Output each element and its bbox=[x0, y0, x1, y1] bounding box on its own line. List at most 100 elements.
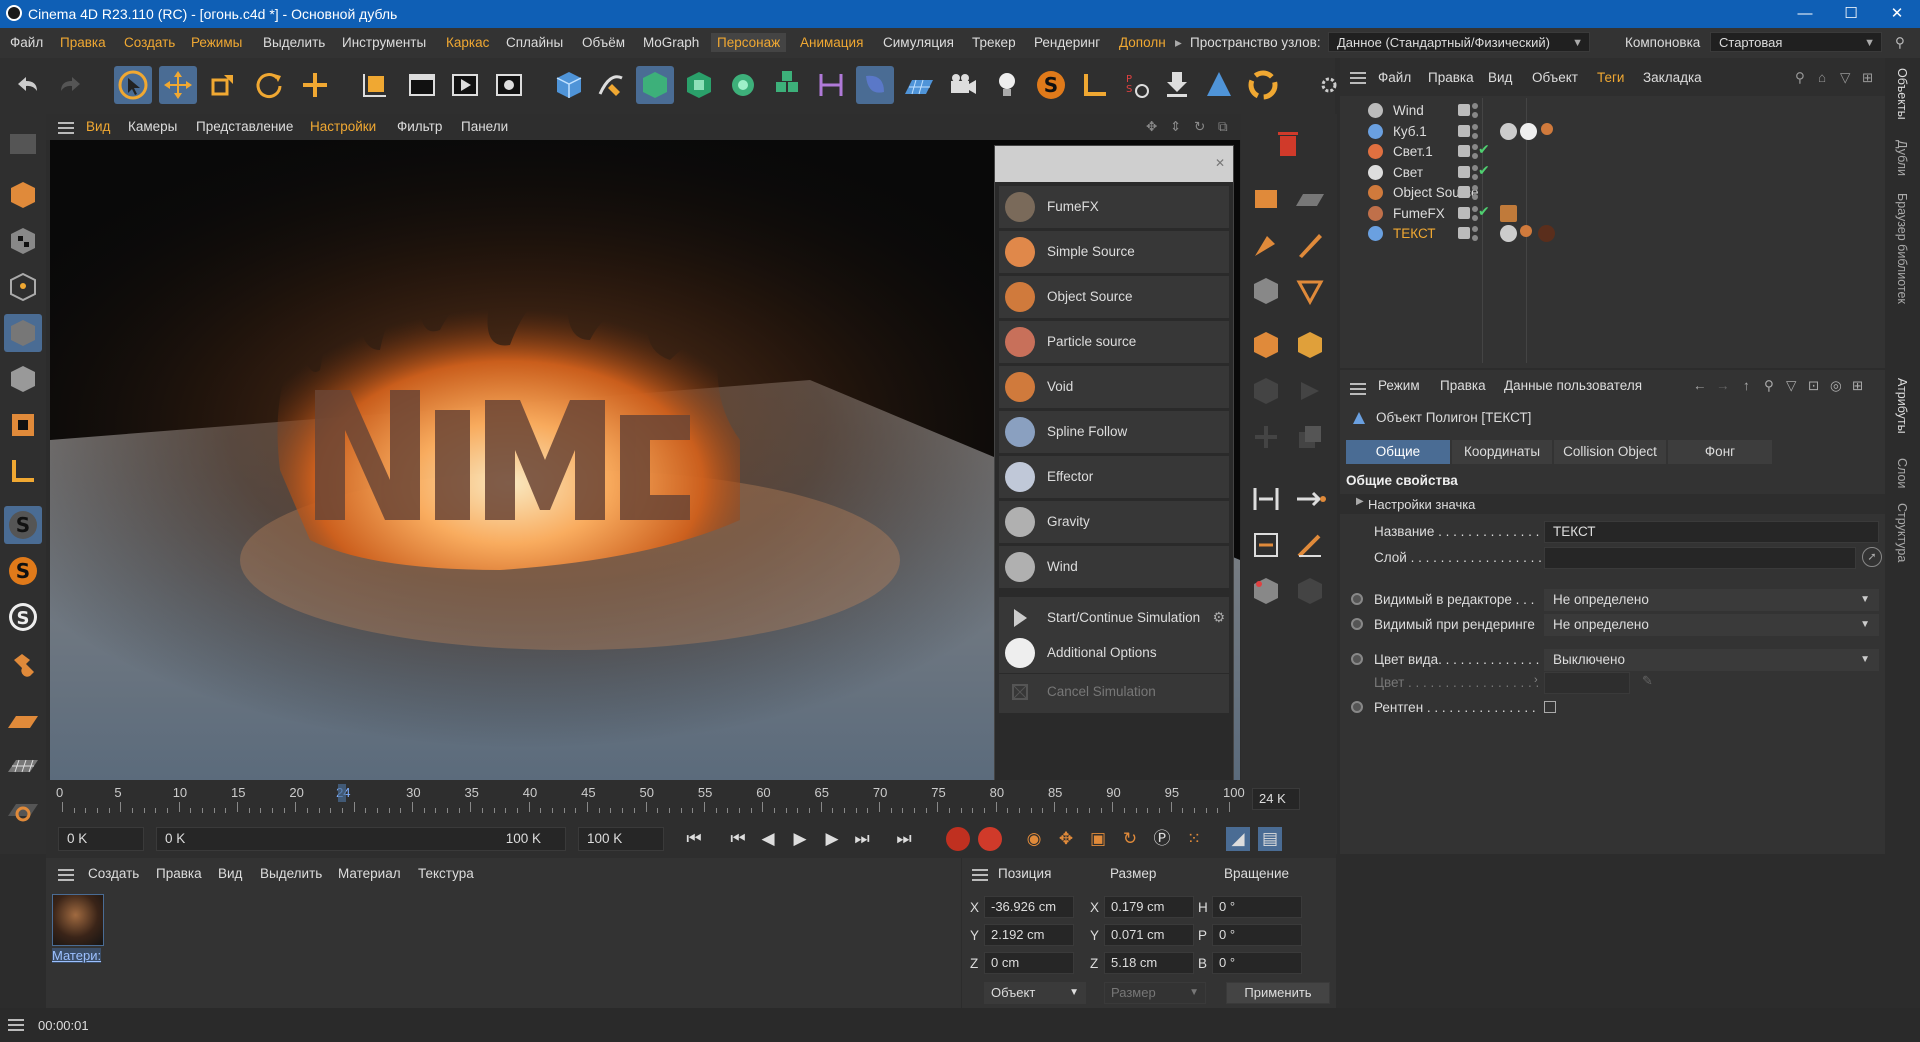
viewport-nav-rotate-icon[interactable]: ↻ bbox=[1194, 119, 1205, 135]
fumefx-tag-icon[interactable] bbox=[1520, 225, 1532, 237]
fumefx-tag-icon[interactable] bbox=[1541, 122, 1553, 135]
subsection-bar[interactable]: ▶ Настройки значка bbox=[1340, 494, 1885, 514]
fumefx-additional-options[interactable]: Additional Options bbox=[999, 632, 1229, 674]
search-icon[interactable]: ⚲ bbox=[1895, 35, 1905, 51]
record-icon[interactable] bbox=[946, 827, 970, 851]
polygons-mode-icon[interactable] bbox=[4, 360, 42, 398]
settings-icon[interactable]: ◎ bbox=[1830, 378, 1842, 394]
live-select-icon[interactable] bbox=[114, 66, 152, 104]
key-pla-icon[interactable]: ⁙ bbox=[1182, 827, 1206, 851]
go-to-end-icon[interactable]: ⏭ bbox=[892, 827, 916, 851]
workplane-icon[interactable] bbox=[4, 702, 42, 740]
auto-key-icon[interactable] bbox=[978, 827, 1002, 851]
mm-menu-create[interactable]: Создать bbox=[88, 866, 139, 881]
chevron-right-icon[interactable]: › bbox=[1534, 674, 1538, 686]
camera-icon[interactable] bbox=[944, 66, 982, 104]
timeline-window-icon[interactable]: ▤ bbox=[1258, 827, 1282, 851]
floor-icon[interactable] bbox=[900, 66, 938, 104]
gear-icon[interactable]: ⚙ bbox=[1212, 609, 1225, 626]
animation-radio-icon[interactable] bbox=[1351, 653, 1363, 665]
fumefx-item-effector[interactable]: Effector bbox=[999, 456, 1229, 499]
menu-mesh[interactable]: Каркас bbox=[446, 35, 489, 50]
rotate-icon[interactable] bbox=[250, 66, 288, 104]
deformer-icon[interactable] bbox=[812, 66, 850, 104]
lock-icon[interactable]: ⊡ bbox=[1808, 378, 1819, 394]
paint-icon[interactable] bbox=[1291, 526, 1329, 564]
enabled-check-icon[interactable]: ✔ bbox=[1478, 141, 1490, 158]
points-mode-icon[interactable] bbox=[4, 268, 42, 306]
recycle-icon[interactable] bbox=[1244, 66, 1282, 104]
om-menu-file[interactable]: Файл bbox=[1378, 70, 1411, 85]
mm-menu-select[interactable]: Выделить bbox=[260, 866, 322, 881]
trash-icon[interactable] bbox=[1269, 124, 1307, 162]
menu-splines[interactable]: Сплайны bbox=[506, 35, 563, 50]
render-view-icon[interactable] bbox=[446, 66, 484, 104]
mm-menu-material[interactable]: Материал bbox=[338, 866, 401, 881]
position-y-field[interactable]: 2.192 cm bbox=[984, 924, 1074, 946]
hamburger-icon[interactable] bbox=[1350, 72, 1366, 84]
menu-render[interactable]: Рендеринг bbox=[1034, 35, 1100, 50]
mm-menu-texture[interactable]: Текстура bbox=[418, 866, 474, 881]
gear-icon[interactable] bbox=[1310, 66, 1337, 104]
am-menu-mode[interactable]: Режим bbox=[1378, 378, 1420, 393]
model-mode-icon[interactable] bbox=[4, 176, 42, 214]
hamburger-icon[interactable] bbox=[972, 869, 988, 881]
side-tab-content-browser[interactable]: Браузер библиотек bbox=[1895, 193, 1909, 304]
menu-tools[interactable]: Инструменты bbox=[342, 35, 426, 50]
fumefx-cache-tag-icon[interactable] bbox=[1500, 204, 1517, 222]
previous-key-icon[interactable]: ⏮ bbox=[726, 827, 750, 851]
am-menu-edit[interactable]: Правка bbox=[1440, 378, 1486, 393]
om-menu-view[interactable]: Вид bbox=[1488, 70, 1512, 85]
enabled-check-icon[interactable]: ✔ bbox=[1478, 162, 1490, 179]
render-visibility-dot[interactable] bbox=[1472, 235, 1478, 241]
phong-tag-icon[interactable] bbox=[1500, 122, 1517, 140]
render-region-icon[interactable] bbox=[403, 66, 441, 104]
uv-mode-icon[interactable] bbox=[4, 406, 42, 444]
menu-animation[interactable]: Анимация bbox=[800, 35, 863, 50]
start-frame-field[interactable]: 0 K bbox=[58, 827, 144, 851]
viewport-menu-filter[interactable]: Фильтр bbox=[397, 119, 442, 134]
fumefx-pencil-icon[interactable] bbox=[1291, 226, 1329, 264]
apply-button[interactable]: Применить bbox=[1226, 982, 1330, 1004]
undo-icon[interactable] bbox=[8, 66, 46, 104]
side-tab-objects[interactable]: Объекты bbox=[1895, 68, 1909, 120]
material-tag-icon[interactable] bbox=[1538, 225, 1555, 242]
layer-visibility-icon[interactable] bbox=[1458, 165, 1470, 178]
align-icon[interactable] bbox=[1247, 480, 1285, 518]
forward-arrow-icon[interactable]: → bbox=[1716, 378, 1730, 393]
search-icon[interactable]: ⚲ bbox=[1795, 70, 1805, 86]
layer-visibility-icon[interactable] bbox=[1458, 227, 1470, 239]
coord-mode-select[interactable]: Объект ▼ bbox=[984, 982, 1086, 1004]
rotation-h-field[interactable]: 0 ° bbox=[1212, 896, 1302, 918]
property-select[interactable]: Не определено ▼ bbox=[1544, 589, 1879, 611]
size-x-field[interactable]: 0.179 cm bbox=[1104, 896, 1194, 918]
layer-visibility-icon[interactable] bbox=[1458, 145, 1470, 157]
maximize-button[interactable]: ☐ bbox=[1828, 0, 1874, 28]
cube-icon[interactable] bbox=[550, 66, 588, 104]
fumefx-domain-icon[interactable] bbox=[1247, 180, 1285, 218]
key-position-icon[interactable]: ✥ bbox=[1054, 827, 1078, 851]
redo-icon[interactable] bbox=[52, 66, 90, 104]
menu-simulation[interactable]: Симуляция bbox=[883, 35, 954, 50]
layer-visibility-icon[interactable] bbox=[1458, 206, 1470, 219]
menu-character[interactable]: Персонаж bbox=[711, 33, 787, 52]
fumefx-cone-icon[interactable] bbox=[1291, 272, 1329, 310]
field-icon[interactable] bbox=[856, 66, 894, 104]
lock-icon[interactable] bbox=[4, 790, 42, 828]
menu-extensions[interactable]: Дополн bbox=[1119, 35, 1166, 50]
side-tab-layers[interactable]: Слои bbox=[1895, 458, 1909, 488]
menu-modes[interactable]: Режимы bbox=[191, 35, 242, 50]
previous-frame-icon[interactable]: ◀ bbox=[756, 827, 780, 851]
key-scale-icon[interactable]: ▣ bbox=[1086, 827, 1110, 851]
side-tab-attributes[interactable]: Атрибуты bbox=[1895, 378, 1909, 434]
side-tab-structure[interactable]: Структура bbox=[1895, 503, 1909, 562]
phong-tag-icon[interactable] bbox=[1500, 225, 1517, 242]
fumefx-box-icon[interactable] bbox=[1247, 272, 1285, 310]
rotation-b-field[interactable]: 0 ° bbox=[1212, 952, 1302, 974]
psr-icon[interactable]: PS bbox=[1118, 66, 1156, 104]
node-spaces-select[interactable]: Данное (Стандартный/Физический) ▼ bbox=[1328, 32, 1590, 52]
coordinate-system-icon[interactable] bbox=[356, 66, 394, 104]
next-frame-icon[interactable]: ▶ bbox=[820, 827, 844, 851]
filter-icon[interactable]: ▽ bbox=[1840, 70, 1850, 86]
extrude-icon[interactable] bbox=[680, 66, 718, 104]
